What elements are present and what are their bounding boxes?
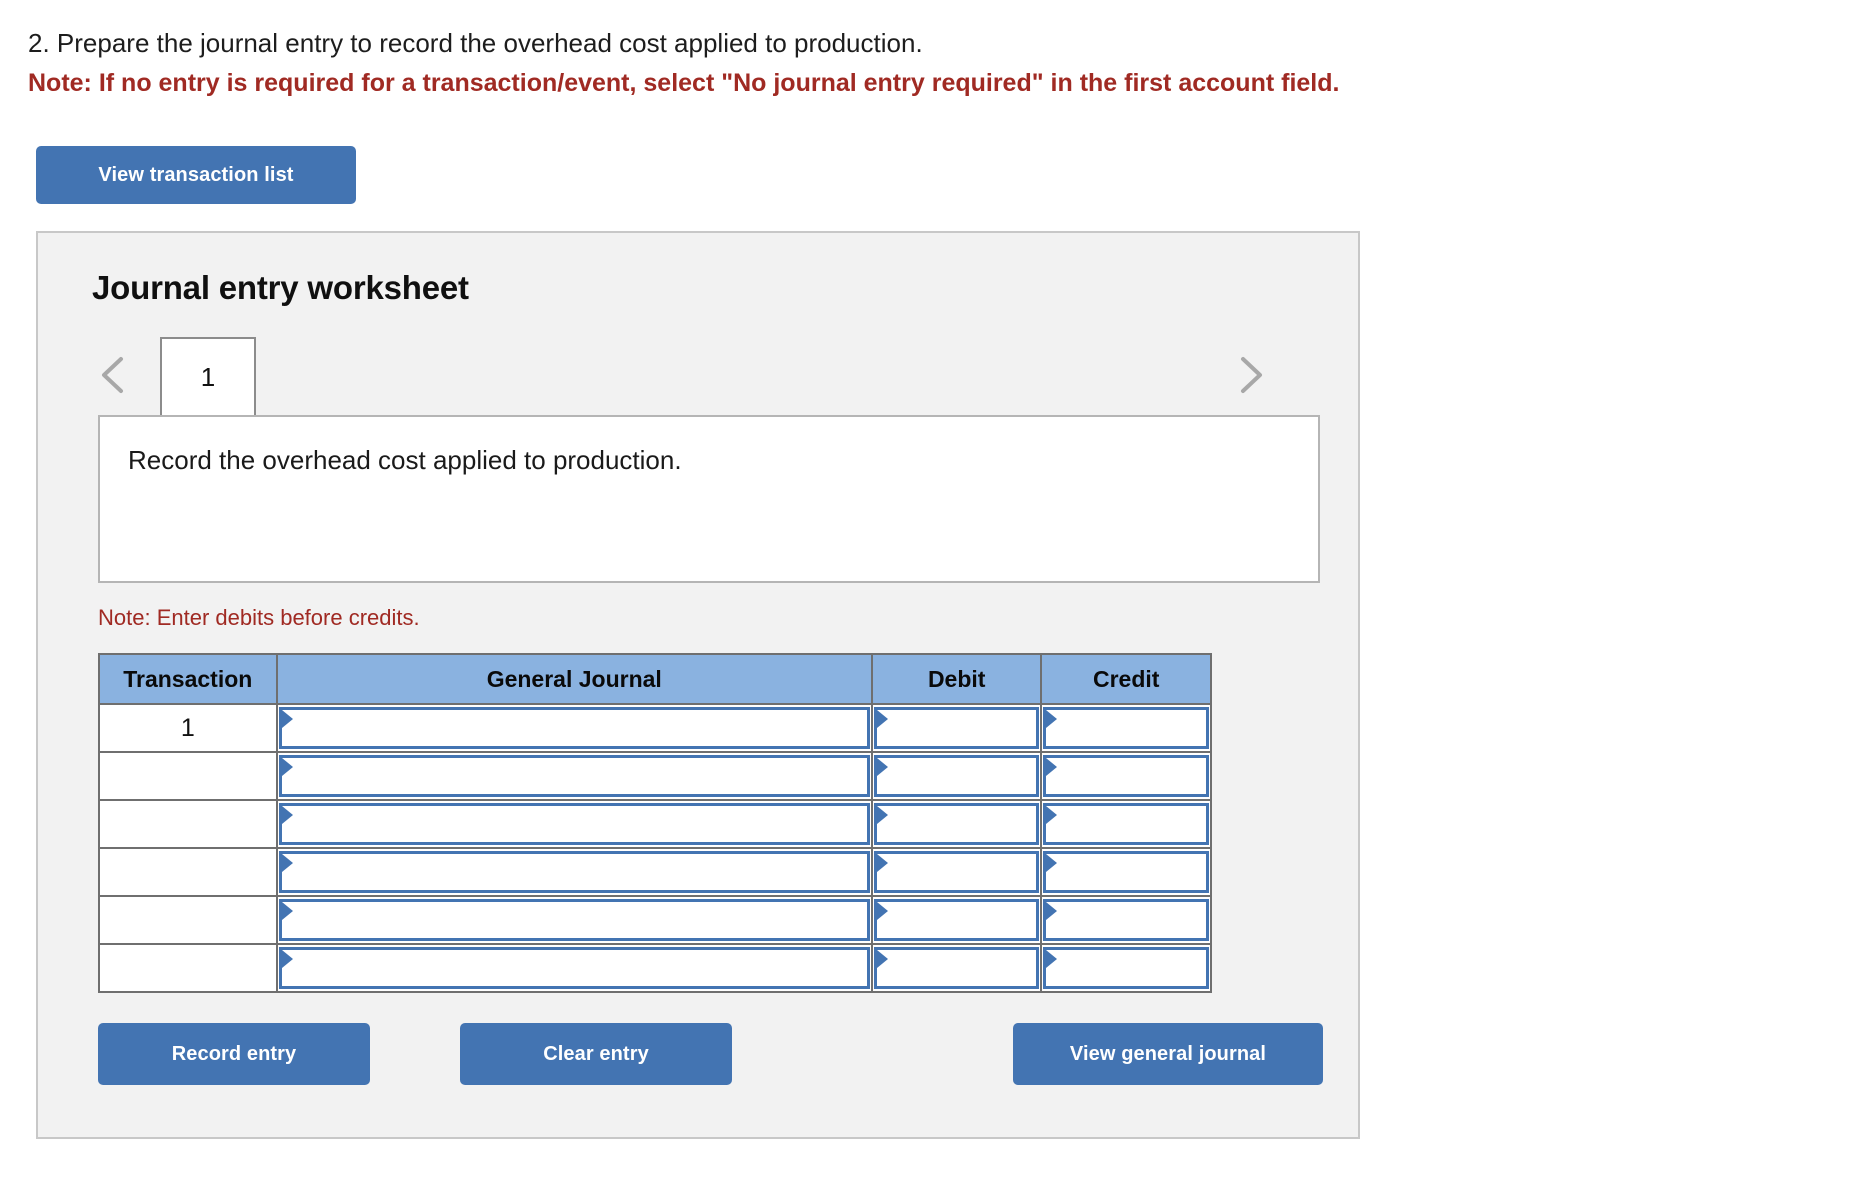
account-dropdown[interactable] bbox=[278, 707, 870, 749]
worksheet-action-buttons: Record entry Clear entry View general jo… bbox=[38, 1023, 1358, 1087]
dropdown-triangle-icon bbox=[876, 710, 888, 728]
dropdown-triangle-icon bbox=[1046, 950, 1058, 968]
debit-input[interactable] bbox=[873, 707, 1040, 749]
question-block: 2. Prepare the journal entry to record t… bbox=[0, 0, 1866, 102]
journal-table-body: 1 bbox=[98, 703, 1212, 993]
transaction-number-cell bbox=[98, 895, 278, 945]
account-dropdown[interactable] bbox=[278, 851, 870, 893]
credit-input[interactable] bbox=[1043, 707, 1209, 749]
dropdown-triangle-icon bbox=[876, 758, 888, 776]
column-header-transaction: Transaction bbox=[98, 653, 278, 705]
debit-input[interactable] bbox=[873, 899, 1040, 941]
view-transaction-list-button[interactable]: View transaction list bbox=[36, 146, 356, 204]
transaction-number-cell bbox=[98, 847, 278, 897]
account-dropdown[interactable] bbox=[278, 947, 870, 989]
dropdown-triangle-icon bbox=[281, 902, 293, 920]
transaction-number-cell bbox=[98, 799, 278, 849]
record-entry-button[interactable]: Record entry bbox=[98, 1023, 370, 1085]
credit-input-cell bbox=[1040, 895, 1212, 945]
account-dropdown[interactable] bbox=[278, 899, 870, 941]
credit-input-cell bbox=[1040, 703, 1212, 753]
credit-input[interactable] bbox=[1043, 755, 1209, 797]
transaction-description-text: Record the overhead cost applied to prod… bbox=[128, 445, 682, 475]
debit-input-cell bbox=[870, 943, 1043, 993]
question-prompt: 2. Prepare the journal entry to record t… bbox=[28, 28, 923, 58]
dropdown-triangle-icon bbox=[281, 806, 293, 824]
dropdown-triangle-icon bbox=[876, 854, 888, 872]
credit-input[interactable] bbox=[1043, 947, 1209, 989]
clear-entry-button[interactable]: Clear entry bbox=[460, 1023, 732, 1085]
debit-input-cell bbox=[870, 847, 1043, 897]
account-dropdown[interactable] bbox=[278, 803, 870, 845]
worksheet-tab-label: 1 bbox=[200, 361, 216, 392]
dropdown-triangle-icon bbox=[1046, 902, 1058, 920]
chevron-right-icon[interactable] bbox=[1230, 351, 1270, 399]
dropdown-triangle-icon bbox=[281, 710, 293, 728]
table-row bbox=[98, 751, 1212, 801]
credit-input-cell bbox=[1040, 943, 1212, 993]
table-row bbox=[98, 847, 1212, 897]
credit-input-cell bbox=[1040, 847, 1212, 897]
credit-input[interactable] bbox=[1043, 851, 1209, 893]
worksheet-title: Journal entry worksheet bbox=[92, 269, 469, 306]
account-dropdown-cell bbox=[275, 751, 873, 801]
dropdown-triangle-icon bbox=[1046, 710, 1058, 728]
top-toolbar: View transaction list bbox=[0, 102, 1866, 204]
dropdown-triangle-icon bbox=[876, 950, 888, 968]
question-note: Note: If no entry is required for a tran… bbox=[28, 69, 1340, 97]
transaction-number-cell bbox=[98, 943, 278, 993]
dropdown-triangle-icon bbox=[281, 854, 293, 872]
transaction-number-cell: 1 bbox=[98, 703, 278, 753]
column-header-debit: Debit bbox=[870, 653, 1043, 705]
credit-input-cell bbox=[1040, 751, 1212, 801]
dropdown-triangle-icon bbox=[876, 806, 888, 824]
view-general-journal-button[interactable]: View general journal bbox=[1013, 1023, 1323, 1085]
debit-input-cell bbox=[870, 703, 1043, 753]
debit-input[interactable] bbox=[873, 851, 1040, 893]
dropdown-triangle-icon bbox=[281, 950, 293, 968]
credit-input[interactable] bbox=[1043, 803, 1209, 845]
account-dropdown-cell bbox=[275, 703, 873, 753]
table-header-row: Transaction General Journal Debit Credit bbox=[98, 653, 1212, 705]
dropdown-triangle-icon bbox=[1046, 854, 1058, 872]
journal-entry-table: Transaction General Journal Debit Credit… bbox=[98, 653, 1212, 993]
worksheet-tabstrip: 1 bbox=[38, 337, 1358, 415]
dropdown-triangle-icon bbox=[876, 902, 888, 920]
column-header-credit: Credit bbox=[1040, 653, 1212, 705]
column-header-general-journal: General Journal bbox=[275, 653, 873, 705]
debit-input[interactable] bbox=[873, 803, 1040, 845]
table-row bbox=[98, 943, 1212, 993]
debit-input[interactable] bbox=[873, 947, 1040, 989]
account-dropdown-cell bbox=[275, 799, 873, 849]
journal-table-wrapper: Transaction General Journal Debit Credit… bbox=[98, 653, 1212, 993]
debit-input-cell bbox=[870, 895, 1043, 945]
debit-input-cell bbox=[870, 751, 1043, 801]
account-dropdown-cell bbox=[275, 895, 873, 945]
debit-input-cell bbox=[870, 799, 1043, 849]
transaction-number-cell bbox=[98, 751, 278, 801]
transaction-description-box: Record the overhead cost applied to prod… bbox=[98, 415, 1320, 583]
table-row: 1 bbox=[98, 703, 1212, 753]
account-dropdown[interactable] bbox=[278, 755, 870, 797]
credit-input[interactable] bbox=[1043, 899, 1209, 941]
dropdown-triangle-icon bbox=[1046, 806, 1058, 824]
table-row bbox=[98, 799, 1212, 849]
credit-input-cell bbox=[1040, 799, 1212, 849]
account-dropdown-cell bbox=[275, 847, 873, 897]
account-dropdown-cell bbox=[275, 943, 873, 993]
dropdown-triangle-icon bbox=[281, 758, 293, 776]
dropdown-triangle-icon bbox=[1046, 758, 1058, 776]
worksheet-tab-1[interactable]: 1 bbox=[160, 337, 256, 415]
table-row bbox=[98, 895, 1212, 945]
chevron-left-icon[interactable] bbox=[94, 351, 134, 399]
debits-before-credits-note: Note: Enter debits before credits. bbox=[98, 605, 420, 630]
journal-entry-worksheet-panel: Journal entry worksheet 1 Record the ove… bbox=[36, 231, 1360, 1139]
debit-input[interactable] bbox=[873, 755, 1040, 797]
